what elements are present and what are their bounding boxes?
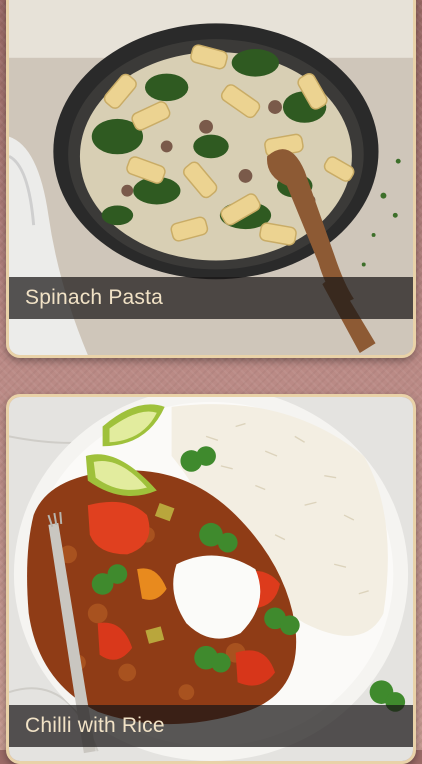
recipe-title-spinach-pasta: Spinach Pasta	[9, 277, 413, 319]
recipe-card-spinach-pasta[interactable]: Spinach Pasta	[6, 0, 416, 358]
recipe-title-chilli-with-rice: Chilli with Rice	[9, 705, 413, 747]
recipe-card-chilli-with-rice[interactable]: Chilli with Rice	[6, 394, 416, 764]
